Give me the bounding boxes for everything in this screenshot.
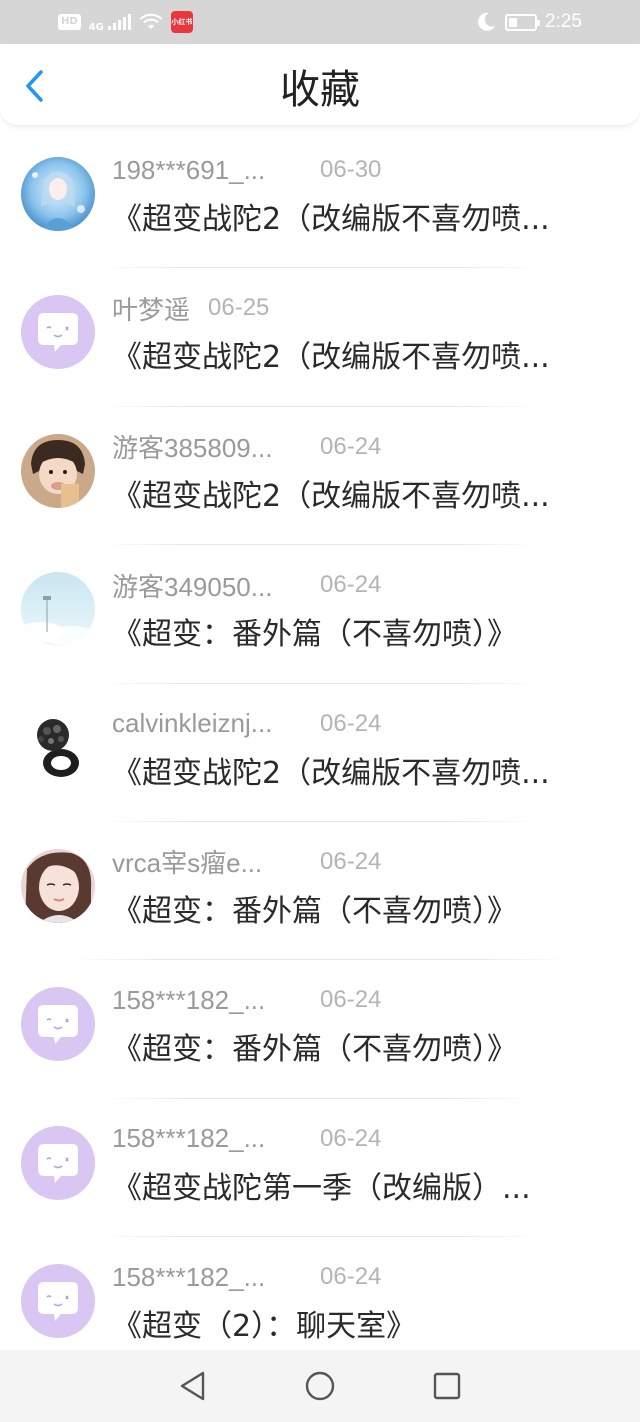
avatar[interactable]: [21, 433, 95, 508]
wifi-icon: [139, 13, 163, 29]
avatar[interactable]: [21, 157, 95, 231]
hd-badge: HD: [58, 14, 81, 30]
nav-home-button[interactable]: [300, 1366, 340, 1406]
moon-icon: [478, 12, 496, 31]
list-item[interactable]: 198***691_... 06-30 《超变战陀2（改编版不喜勿喷...: [0, 130, 640, 269]
story-title: 《超变战陀2（改编版不喜勿喷...: [112, 202, 550, 237]
list-item[interactable]: 叶梦遥 06-25 《超变战陀2（改编版不喜勿喷...: [0, 268, 640, 407]
list-item[interactable]: 游客349050... 06-24 《超变：番外篇（不喜勿喷）》: [0, 545, 640, 684]
story-title: 《超变：番外篇（不喜勿喷）》: [112, 893, 517, 929]
status-left: HD 4G 小红书: [58, 11, 193, 33]
username: 198***691_...: [112, 154, 266, 185]
list-item[interactable]: 游客385809... 06-24 《超变战陀2（改编版不喜勿喷...: [0, 407, 640, 546]
story-title: 《超变战陀第一季（改编版）...: [112, 1170, 531, 1206]
app-notification-icon: 小红书: [170, 11, 193, 33]
default-avatar-icon[interactable]: [21, 1125, 95, 1200]
list-item[interactable]: 158***182_... 06-24 《超变：番外篇（不喜勿喷）》: [0, 960, 640, 1099]
story-title: 《超变（2）：聊天室》: [112, 1309, 417, 1345]
item-meta: calvinkleiznj... 06-24: [112, 706, 381, 742]
list-item[interactable]: vrca宰s瘤e... 06-24 《超变：番外篇（不喜勿喷）》: [0, 822, 640, 961]
item-meta: 叶梦遥 06-25: [112, 290, 269, 326]
story-title: 《超变：番外篇（不喜勿喷）》: [112, 1032, 517, 1068]
battery-icon: [505, 13, 541, 31]
nav-recents-button[interactable]: [427, 1366, 467, 1406]
username: calvinkleiznj...: [112, 708, 273, 739]
date: 06-25: [208, 294, 270, 322]
date: 06-24: [320, 1124, 382, 1152]
date: 06-24: [320, 432, 382, 460]
username: 158***182_...: [112, 1261, 266, 1292]
avatar[interactable]: [21, 710, 95, 785]
username: vrca宰s瘤e...: [112, 848, 263, 879]
username: 158***182_...: [112, 984, 266, 1015]
list-item[interactable]: 158***182_... 06-24 《超变战陀第一季（改编版）...: [0, 1099, 640, 1238]
home-circle-icon: [305, 1371, 335, 1401]
avatar[interactable]: [21, 848, 95, 923]
date: 06-24: [320, 709, 382, 737]
clock: 2:25: [545, 11, 582, 32]
username: 158***182_...: [112, 1123, 266, 1154]
status-bar: HD 4G 小红书 2:25: [0, 0, 640, 44]
date: 06-24: [320, 986, 382, 1014]
default-avatar-icon[interactable]: [21, 1264, 95, 1339]
favorites-list: 198***691_... 06-30 《超变战陀2（改编版不喜勿喷... 叶梦…: [0, 130, 640, 1376]
app-notification-label: 小红书: [171, 18, 193, 26]
username: 游客385809...: [112, 433, 273, 464]
network-type: 4G: [88, 22, 104, 33]
system-nav-bar: [0, 1350, 640, 1422]
item-meta: 198***691_... 06-30: [112, 152, 381, 188]
date: 06-24: [320, 571, 382, 599]
avatar[interactable]: [21, 572, 95, 647]
story-title: 《超变战陀2（改编版不喜勿喷...: [112, 755, 550, 791]
story-title: 《超变战陀2（改编版不喜勿喷...: [112, 478, 550, 514]
date: 06-24: [320, 847, 382, 875]
item-meta: 158***182_... 06-24: [112, 1259, 381, 1295]
signal-icon: [107, 14, 131, 30]
username: 叶梦遥: [112, 294, 191, 325]
date: 06-24: [320, 1263, 382, 1291]
item-meta: 游客385809... 06-24: [112, 429, 381, 465]
story-title: 《超变战陀2（改编版不喜勿喷...: [112, 340, 550, 376]
default-avatar-icon[interactable]: [21, 295, 95, 370]
page-title: 收藏: [280, 67, 360, 113]
item-meta: vrca宰s瘤e... 06-24: [112, 844, 381, 880]
recents-square-icon: [433, 1372, 460, 1400]
nav-back-button[interactable]: [173, 1366, 213, 1406]
status-right: 2:25: [475, 11, 582, 33]
header: 收藏: [0, 44, 640, 126]
story-title: 《超变：番外篇（不喜勿喷）》: [112, 617, 517, 653]
default-avatar-icon[interactable]: [21, 987, 95, 1062]
list-item[interactable]: calvinkleiznj... 06-24 《超变战陀2（改编版不喜勿喷...: [0, 684, 640, 822]
date: 06-30: [320, 156, 382, 183]
back-triangle-icon: [181, 1371, 205, 1401]
item-meta: 158***182_... 06-24: [112, 982, 381, 1018]
username: 游客349050...: [112, 571, 273, 602]
item-meta: 158***182_... 06-24: [112, 1121, 381, 1157]
item-meta: 游客349050... 06-24: [112, 567, 381, 603]
